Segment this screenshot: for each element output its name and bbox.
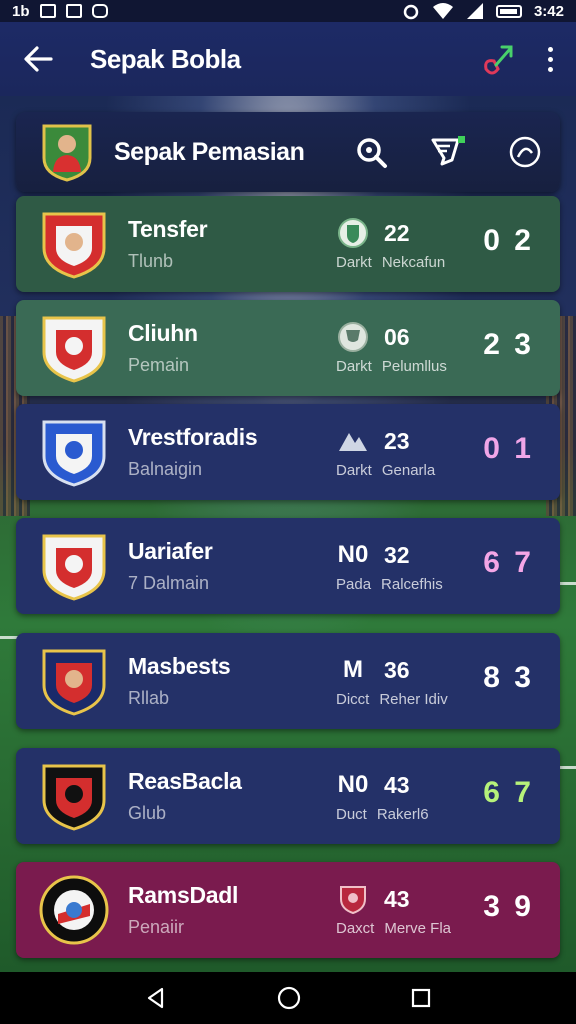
header-card: Sepak Pemasian [16,112,560,192]
mail-notification-icon [65,4,82,18]
team-row[interactable]: RamsDadl Penaiir 43 Daxct Merve Fla 3 9 [16,862,560,958]
status-time: 3:42 [533,2,564,20]
app-notification-icon [91,4,108,18]
team-name: Vrestforadis [128,424,258,450]
crest-icon [336,882,370,916]
status-left-text: 1b [12,2,30,20]
match-score: 8 3 [483,661,534,694]
search-icon[interactable] [354,135,388,169]
team-crest-icon [42,212,106,279]
stat-label-right: Merve Fla [384,920,452,937]
stat-label-right: Genarla [381,462,436,479]
system-nav-bar [0,972,576,1024]
team-row[interactable]: Cliuhn Pemain 06 Darkt Pelumllus 2 3 [16,300,560,396]
team-crest-icon [39,875,109,945]
stat-number: 06 [384,323,410,350]
dot [547,56,553,62]
stat-number: 36 [384,656,410,683]
image-notification-icon [39,4,56,18]
stat-code: N0 [337,771,369,798]
team-name: Uariafer [128,538,213,564]
team-subtitle: 7 Dalmain [128,573,210,593]
team-name: Tensfer [128,216,208,242]
team-name: RamsDadl [128,882,239,908]
match-score: 0 1 [483,432,534,465]
stat-number: 32 [384,541,410,568]
team-subtitle: Tlunb [128,251,174,271]
stat-number: 22 [384,219,410,246]
share-arrow-icon [484,45,513,75]
mountain-icon [336,424,370,458]
stat-label-left: Duct [336,806,367,823]
team-row[interactable]: ReasBacla Glub N0 43 Duct Rakerl6 6 7 [16,748,560,844]
nav-back-icon[interactable] [144,986,168,1010]
arrow-left-icon [24,46,53,72]
team-name: Masbests [128,653,231,679]
stat-label-left: Darkt [336,358,372,375]
team-crest-icon [42,534,106,601]
stat-code: N0 [337,541,369,568]
alarm-icon [403,4,419,20]
stat-label-right: Nekcafun [381,254,446,271]
status-bar: 1b 3:42 [0,0,576,22]
nav-home-icon[interactable] [276,985,302,1011]
team-subtitle: Pemain [128,355,190,375]
battery-icon [495,4,522,18]
back-button[interactable] [20,41,56,77]
team-row[interactable]: Tensfer Tlunb 22 Darkt Nekcafun 0 2 [16,196,560,292]
team-row[interactable]: Uariafer 7 Dalmain N0 32 Pada Ralcefhis 6… [16,518,560,614]
team-crest-icon [42,764,106,831]
team-name: ReasBacla [128,768,242,794]
dot [547,46,553,52]
match-score: 6 7 [483,546,534,579]
cup-icon [336,320,370,354]
match-score: 0 2 [483,224,534,257]
stat-label-left: Daxct [336,920,375,937]
team-crest-icon [42,649,106,716]
stat-number: 43 [384,885,410,912]
stat-label-left: Pada [336,576,372,593]
more-menu-button[interactable] [544,46,556,72]
stat-label-right: Reher Idiv [379,691,448,708]
team-row[interactable]: Masbests Rllab M 36 Dicct Reher Idiv 8 3 [16,633,560,729]
stat-number: 23 [384,427,410,454]
team-row[interactable]: Vrestforadis Balnaigin 23 Darkt Genarla 0… [16,404,560,500]
match-score: 2 3 [483,328,534,361]
team-subtitle: Rllab [128,688,170,708]
profile-icon[interactable] [508,135,542,169]
message-icon[interactable] [430,136,466,168]
stat-label-right: Ralcefhis [381,576,443,593]
stat-number: 43 [384,771,410,798]
player-avatar-badge [42,124,92,182]
stat-code: M [343,656,363,683]
stat-label-left: Darkt [336,462,372,479]
match-score: 6 7 [483,776,534,809]
team-subtitle: Balnaigin [128,459,203,479]
stat-label-right: Rakerl6 [376,806,429,823]
team-subtitle: Penaiir [128,917,185,937]
dot [547,66,553,72]
match-score: 3 9 [483,890,534,923]
stat-label-left: Darkt [336,254,372,271]
stat-label-left: Dicct [336,691,370,708]
header-title: Sepak Pemasian [114,137,305,166]
stat-label-right: Pelumllus [381,358,447,375]
team-crest-icon [42,316,106,383]
team-name: Cliuhn [128,320,198,346]
share-button[interactable] [478,39,518,79]
app-bar: Sepak Bobla [0,22,576,96]
wifi-icon [432,3,453,19]
app-title: Sepak Bobla [90,43,241,74]
shield-icon [336,216,370,250]
team-subtitle: Glub [128,803,167,823]
team-crest-icon [42,420,106,487]
nav-recents-icon[interactable] [410,987,432,1009]
signal-icon [466,3,483,19]
